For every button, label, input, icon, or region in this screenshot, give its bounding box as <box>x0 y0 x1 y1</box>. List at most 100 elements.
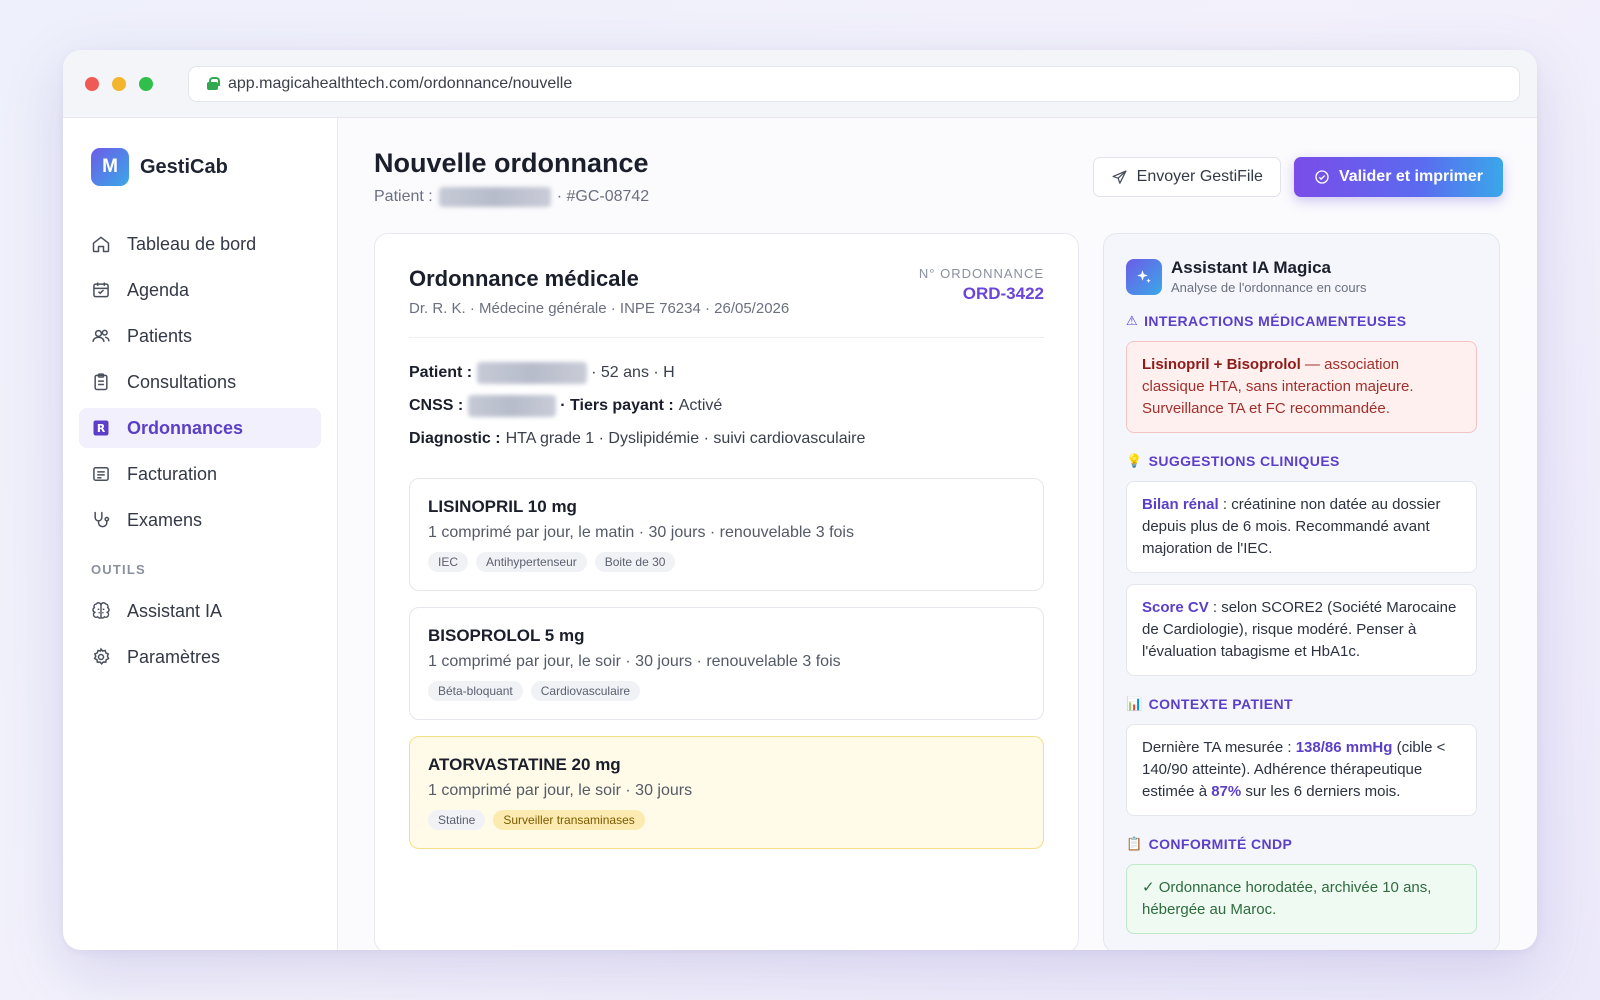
medication-dosage: 1 comprimé par jour, le matin · 30 jours… <box>428 524 854 541</box>
chart-icon: 📊 <box>1126 696 1143 711</box>
prescription-number-label: N° ORDONNANCE <box>918 266 1044 281</box>
medication-tag: Béta-bloquant <box>428 681 523 701</box>
page-header: Nouvelle ordonnance Patient : · #GC-0874… <box>374 148 1503 207</box>
patient-prefix: Patient : <box>374 188 433 205</box>
ai-assistant-panel: Assistant IA Magica Analyse de l'ordonna… <box>1103 233 1500 950</box>
sidebar-item-label: Tableau de bord <box>127 233 257 254</box>
lock-icon <box>207 77 220 90</box>
sidebar-item-label: Paramètres <box>127 646 221 667</box>
warning-tag: Surveiller transaminases <box>493 810 645 830</box>
medication-tags: IEC Antihypertenseur Boite de 30 <box>428 552 1025 572</box>
validate-print-button[interactable]: Valider et imprimer <box>1293 157 1503 197</box>
compliance-card: ✓ Ordonnance horodatée, archivée 10 ans,… <box>1126 864 1477 934</box>
svg-text:R: R <box>97 422 106 435</box>
warning-icon: ⚠ <box>1126 313 1139 328</box>
sidebar-item-label: Agenda <box>127 279 190 300</box>
sidebar-item-patients[interactable]: Patients <box>79 316 321 356</box>
context-text: Dernière TA mesurée : <box>1142 739 1296 756</box>
address-bar[interactable]: app.magicahealthtech.com/ordonnance/nouv… <box>188 65 1520 102</box>
medication-tag: Boite de 30 <box>594 552 676 572</box>
adherence-value: 87% <box>1211 783 1242 800</box>
interaction-alert: Lisinopril + Bisoprolol — association cl… <box>1126 341 1477 433</box>
sparkle-icon <box>1126 258 1162 295</box>
patient-info: Patient : · 52 ans · H CNSS : · Tiers pa… <box>409 338 1044 450</box>
sidebar-item-consultations[interactable]: Consultations <box>79 362 321 402</box>
prescription-card: Ordonnance médicale Dr. R. K. · Médecine… <box>374 233 1079 950</box>
validate-button-label: Valider et imprimer <box>1338 168 1483 185</box>
diagnostic-line: Diagnostic : HTA grade 1 · Dyslipidémie … <box>409 428 1044 450</box>
medication-dosage: 1 comprimé par jour, le soir · 30 jours <box>428 782 693 799</box>
cnss-number-redacted <box>468 395 557 417</box>
medication-tags: Béta-bloquant Cardiovasculaire <box>428 681 1025 701</box>
context-heading-label: CONTEXTE PATIENT <box>1148 696 1293 712</box>
main-content: Nouvelle ordonnance Patient : · #GC-0874… <box>338 118 1537 950</box>
medication-dosage: 1 comprimé par jour, le soir · 30 jours … <box>428 653 841 670</box>
sidebar-item-examens[interactable]: Examens <box>79 500 321 540</box>
brain-icon <box>91 601 111 621</box>
context-text: sur les 6 derniers mois. <box>1241 783 1401 800</box>
medication-name: ATORVASTATINE 20 mg <box>428 755 621 774</box>
content-area: Ordonnance médicale Dr. R. K. · Médecine… <box>374 233 1503 950</box>
minimize-window-button[interactable] <box>112 76 126 91</box>
sidebar-item-tableau-de-bord[interactable]: Tableau de bord <box>79 224 321 264</box>
patient-id: · #GC-08742 <box>556 188 650 205</box>
medication-tag: Statine <box>428 810 486 830</box>
home-icon <box>91 234 111 254</box>
doctor-line: Dr. R. K. · Médecine générale · INPE 762… <box>409 300 790 317</box>
compliance-heading-label: CONFORMITÉ CNDP <box>1148 836 1293 852</box>
sidebar-item-label: Examens <box>127 509 203 530</box>
sidebar: M GestiCab Tableau de bord Agenda Patien… <box>63 118 338 950</box>
prescription-icon: R <box>91 418 111 438</box>
send-button-label: Envoyer GestiFile <box>1136 168 1263 185</box>
suggestion-highlight: Score CV <box>1142 599 1209 616</box>
maximize-window-button[interactable] <box>139 76 153 91</box>
invoice-icon <box>91 464 111 484</box>
medication-name: BISOPROLOL 5 mg <box>428 626 585 645</box>
medication-name: LISINOPRIL 10 mg <box>428 497 577 516</box>
stethoscope-icon <box>91 510 111 530</box>
sidebar-item-agenda[interactable]: Agenda <box>79 270 321 310</box>
patient-name-redacted <box>477 362 588 384</box>
compliance-heading: 📋 CONFORMITÉ CNDP <box>1126 836 1477 852</box>
sidebar-item-assistant-ia[interactable]: Assistant IA <box>79 591 321 631</box>
context-heading: 📊 CONTEXTE PATIENT <box>1126 696 1477 712</box>
close-window-button[interactable] <box>85 76 99 91</box>
ai-assistant-subtitle: Analyse de l'ordonnance en cours <box>1171 280 1367 295</box>
send-icon <box>1112 169 1127 184</box>
users-icon <box>91 326 111 346</box>
interactions-heading-label: INTERACTIONS MÉDICAMENTEUSES <box>1144 313 1407 329</box>
tiers-payant-label: · Tiers payant : <box>560 397 674 414</box>
sidebar-item-label: Consultations <box>127 371 237 392</box>
patient-label: Patient : <box>409 364 473 381</box>
patient-line: Patient : · #GC-08742 <box>374 187 649 207</box>
blood-pressure-value: 138/86 mmHg <box>1295 739 1393 756</box>
prescription-number: ORD-3422 <box>962 284 1044 303</box>
tiers-payant-value: Activé <box>678 397 723 414</box>
brand-logo: M <box>91 148 129 186</box>
medication-item-warning[interactable]: ATORVASTATINE 20 mg 1 comprimé par jour,… <box>409 736 1044 849</box>
gear-icon <box>91 647 111 667</box>
sidebar-item-label: Assistant IA <box>127 600 223 621</box>
patient-info-line: Patient : · 52 ans · H <box>409 362 1044 384</box>
medication-item[interactable]: LISINOPRIL 10 mg 1 comprimé par jour, le… <box>409 478 1044 591</box>
prescription-header: Ordonnance médicale Dr. R. K. · Médecine… <box>409 266 1044 338</box>
calendar-icon <box>91 280 111 300</box>
medication-tag: Cardiovasculaire <box>530 681 641 701</box>
suggestion-highlight: Bilan rénal <box>1142 496 1219 513</box>
brand[interactable]: M GestiCab <box>79 148 321 186</box>
browser-titlebar: app.magicahealthtech.com/ordonnance/nouv… <box>63 50 1537 118</box>
clipboard-icon: 📋 <box>1126 836 1143 851</box>
medication-tags: Statine Surveiller transaminases <box>428 810 1025 830</box>
patient-details: · 52 ans · H <box>591 364 675 381</box>
url-text: app.magicahealthtech.com/ordonnance/nouv… <box>228 74 573 92</box>
patient-name-redacted <box>438 187 551 207</box>
sidebar-item-facturation[interactable]: Facturation <box>79 454 321 494</box>
brand-name: GestiCab <box>140 155 228 178</box>
sidebar-item-parametres[interactable]: Paramètres <box>79 637 321 677</box>
send-gestifile-button[interactable]: Envoyer GestiFile <box>1092 157 1281 197</box>
browser-window: app.magicahealthtech.com/ordonnance/nouv… <box>63 50 1537 950</box>
suggestions-heading-label: SUGGESTIONS CLINIQUES <box>1148 453 1340 469</box>
sidebar-item-ordonnances[interactable]: R Ordonnances <box>79 408 321 448</box>
medication-item[interactable]: BISOPROLOL 5 mg 1 comprimé par jour, le … <box>409 607 1044 720</box>
ai-assistant-title: Assistant IA Magica <box>1171 258 1331 277</box>
